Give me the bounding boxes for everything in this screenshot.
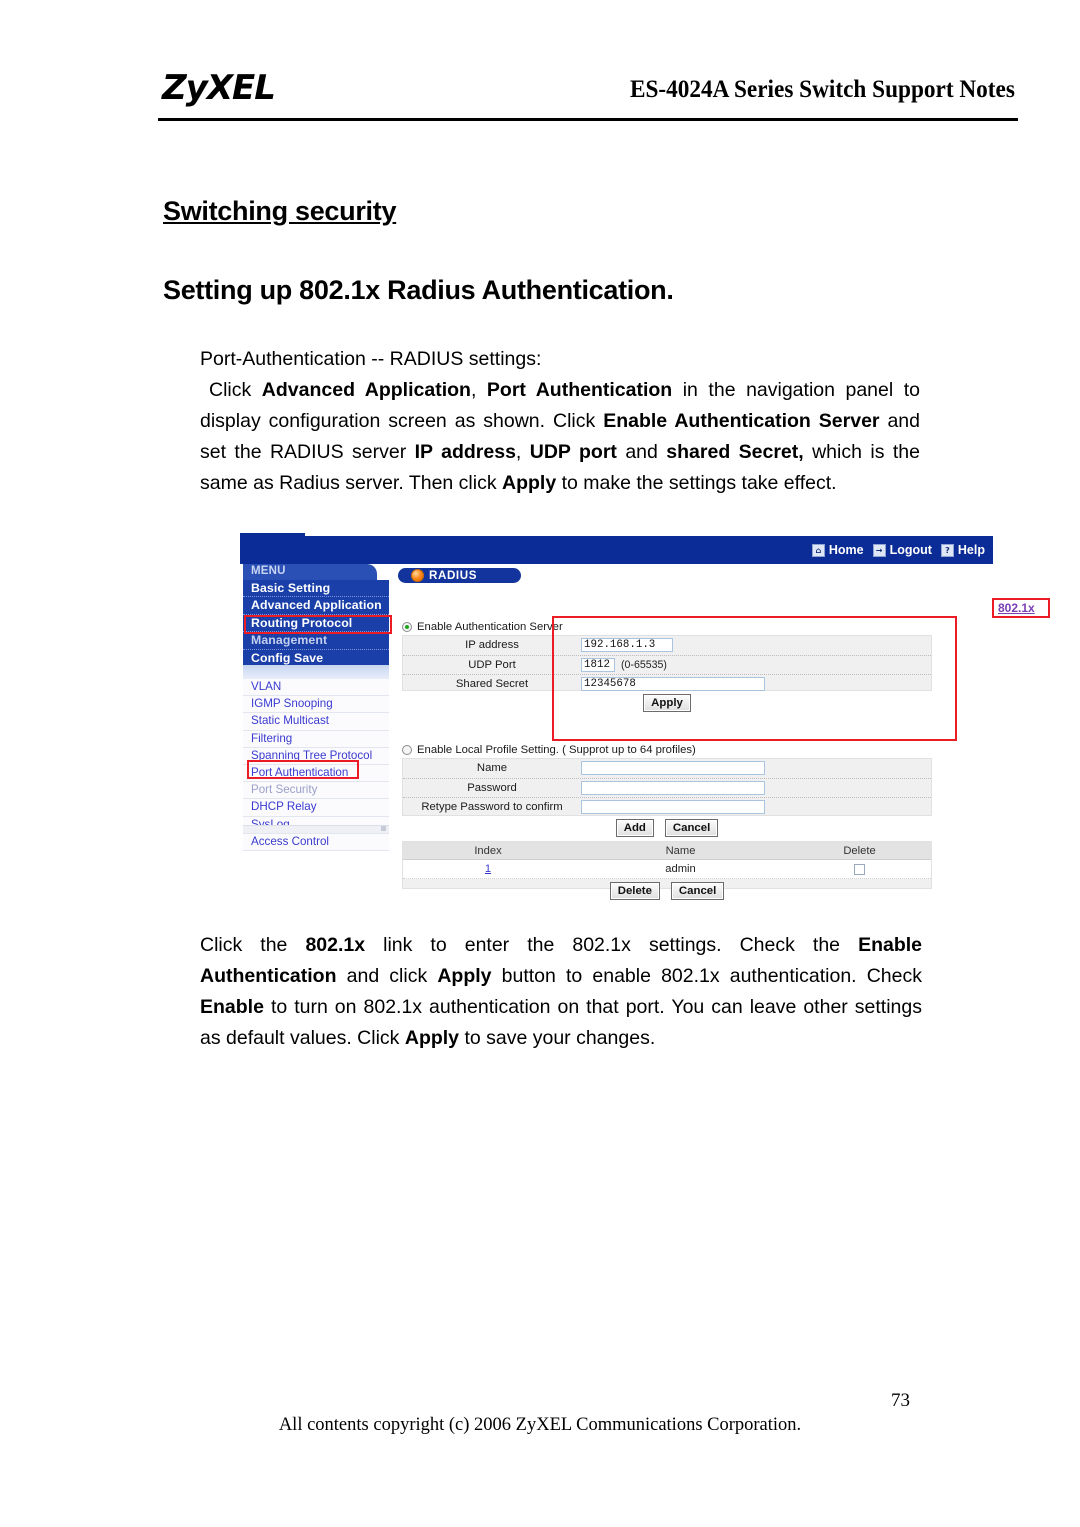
cell-index: 1 bbox=[403, 863, 573, 875]
nav-logout[interactable]: → Logout bbox=[872, 543, 932, 557]
field-label: Retype Password to confirm bbox=[421, 801, 563, 814]
nav-help-label: Help bbox=[957, 543, 985, 557]
nav-home-label: Home bbox=[828, 543, 864, 557]
table-row: 1 admin bbox=[403, 860, 931, 879]
local-profile-fields: Name Password Retype Password to confirm bbox=[402, 758, 932, 816]
submenu-item-filtering[interactable]: Filtering bbox=[243, 730, 389, 748]
enable-auth-server-label: Enable Authentication Server bbox=[417, 621, 563, 633]
field-row: Password bbox=[403, 779, 931, 799]
intro-first-line: Port-Authentication -- RADIUS settings: bbox=[200, 348, 542, 370]
menu-item-basic-setting[interactable]: Basic Setting bbox=[243, 580, 389, 598]
panel-title: RADIUS bbox=[429, 569, 478, 582]
table-body: 1 admin bbox=[403, 860, 931, 879]
submenu-item-static-multicast[interactable]: Static Multicast bbox=[243, 713, 389, 731]
nav-home[interactable]: ⌂ Home bbox=[811, 543, 864, 557]
highlight-box-8021x-link bbox=[992, 598, 1050, 618]
ui-topbar: ⌂ Home → Logout ? Help bbox=[240, 536, 993, 564]
submenu-item-access-control[interactable]: Access Control bbox=[243, 833, 389, 851]
home-icon: ⌂ bbox=[811, 543, 825, 557]
intro-paragraph: Port-Authentication -- RADIUS settings: … bbox=[200, 344, 920, 499]
menu-separator bbox=[243, 665, 389, 679]
enable-local-profile-label: Enable Local Profile Setting. ( Supprot … bbox=[417, 744, 696, 756]
field-label: Name bbox=[476, 762, 508, 775]
field-label: Password bbox=[467, 781, 517, 794]
zyxel-logo: ZyXEL bbox=[162, 68, 276, 108]
highlight-box-advanced-application bbox=[244, 615, 392, 634]
device-web-ui-screenshot: ⌂ Home → Logout ? Help MENU Basic Settin… bbox=[240, 533, 1050, 900]
navigation-menu: MENU Basic Setting Advanced Application Ro… bbox=[243, 564, 392, 851]
add-button[interactable]: Add bbox=[615, 819, 654, 837]
logout-icon: → bbox=[872, 543, 886, 557]
panel-title-pill: RADIUS bbox=[398, 568, 521, 583]
add-cancel-button-row: Add Cancel bbox=[402, 819, 932, 837]
radius-config-panel: RADIUS 802.1x Enable Authentication Serv… bbox=[396, 564, 1050, 900]
submenu-item-igmp-snooping[interactable]: IGMP Snooping bbox=[243, 696, 389, 714]
submenu-item-vlan[interactable]: VLAN bbox=[243, 679, 389, 697]
radio-enable-local-profile[interactable] bbox=[402, 745, 412, 755]
menu-tab: MENU bbox=[243, 564, 377, 580]
radius-icon bbox=[411, 569, 424, 582]
menu-item-management[interactable]: Management bbox=[243, 632, 389, 650]
enable-auth-server-row[interactable]: Enable Authentication Server bbox=[402, 621, 563, 633]
index-link[interactable]: 1 bbox=[485, 863, 491, 875]
header-title: ES-4024A Series Switch Support Notes bbox=[630, 76, 1015, 103]
column-header-name: Name bbox=[665, 844, 696, 857]
table-header-row: Index Name Delete bbox=[403, 842, 931, 860]
field-row: Retype Password to confirm bbox=[403, 798, 931, 817]
cancel-table-button[interactable]: Cancel bbox=[670, 882, 725, 900]
enable-local-profile-row[interactable]: Enable Local Profile Setting. ( Supprot … bbox=[402, 744, 696, 756]
highlight-box-radius-settings bbox=[552, 616, 957, 741]
cell-name: admin bbox=[665, 863, 696, 875]
cell-delete bbox=[788, 863, 931, 875]
cancel-profile-button[interactable]: Cancel bbox=[664, 819, 719, 837]
page-number: 73 bbox=[891, 1390, 910, 1411]
local-profile-input-name[interactable] bbox=[581, 761, 765, 776]
menu-resize-handle[interactable] bbox=[381, 826, 386, 831]
delete-checkbox[interactable] bbox=[854, 863, 865, 875]
nav-help[interactable]: ? Help bbox=[940, 543, 985, 557]
column-header-index: Index bbox=[474, 844, 502, 857]
help-icon: ? bbox=[940, 543, 954, 557]
section-heading: Switching security bbox=[163, 196, 397, 226]
nav-logout-label: Logout bbox=[889, 543, 932, 557]
highlight-box-port-authentication bbox=[247, 760, 359, 779]
document-page: ZyXEL ES-4024A Series Switch Support Not… bbox=[0, 0, 1080, 1527]
logo-text: ZyXEL bbox=[162, 68, 276, 108]
header-divider bbox=[158, 118, 1018, 121]
menu-footer-bar bbox=[243, 825, 389, 833]
after-paragraph: Click the 802.1x link to enter the 802.1… bbox=[200, 934, 922, 1049]
delete-cancel-button-row: Delete Cancel bbox=[402, 882, 932, 900]
radio-enable-auth-server[interactable] bbox=[402, 622, 412, 632]
subsection-heading: Setting up 802.1x Radius Authentication. bbox=[163, 275, 674, 305]
column-header-delete: Delete bbox=[843, 844, 876, 857]
intro-body: Click Advanced Application, Port Authent… bbox=[200, 379, 920, 494]
delete-button[interactable]: Delete bbox=[609, 882, 660, 900]
copyright-notice: All contents copyright (c) 2006 ZyXEL Co… bbox=[278, 1415, 802, 1435]
local-profile-input-retype-password-to-confirm[interactable] bbox=[581, 800, 765, 815]
topbar-nav-links: ⌂ Home → Logout ? Help bbox=[811, 541, 985, 559]
field-row: Name bbox=[403, 759, 931, 779]
menu-tab-label: MENU bbox=[251, 565, 286, 577]
page-header: ZyXEL ES-4024A Series Switch Support Not… bbox=[150, 60, 1018, 121]
menu-item-advanced-application[interactable]: Advanced Application bbox=[243, 597, 389, 615]
submenu-item-dhcp-relay[interactable]: DHCP Relay bbox=[243, 799, 389, 817]
submenu-item-port-security[interactable]: Port Security bbox=[243, 782, 389, 800]
local-profile-input-password[interactable] bbox=[581, 780, 765, 795]
